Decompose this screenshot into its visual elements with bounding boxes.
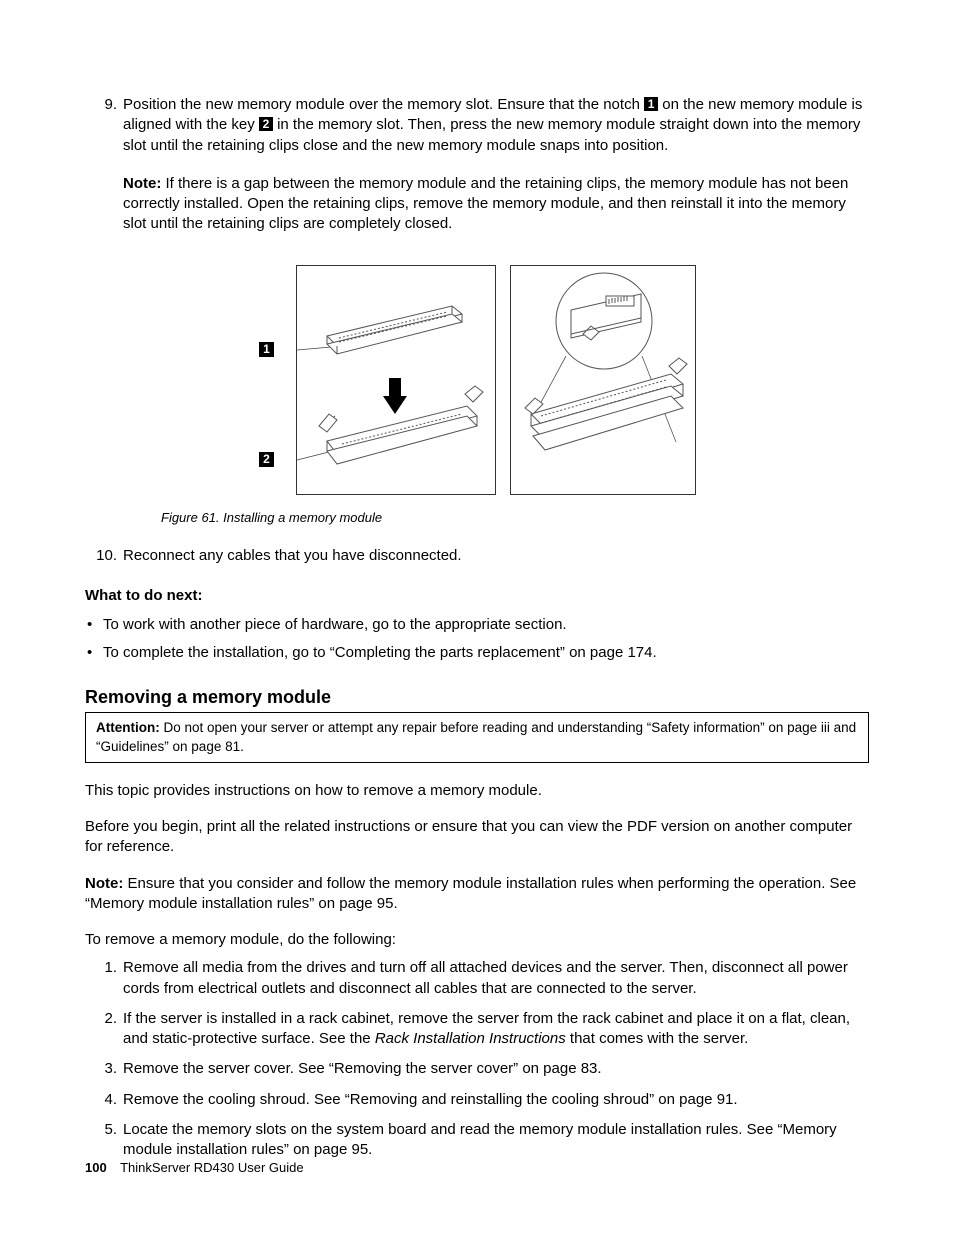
step-text-b: that comes with the server. — [566, 1030, 749, 1047]
note-text: If there is a gap between the memory mod… — [123, 175, 848, 233]
step-9: 9. Position the new memory module over t… — [123, 95, 869, 526]
page-footer: 100 ThinkServer RD430 User Guide — [85, 1159, 304, 1177]
note-label: Note: — [85, 875, 123, 892]
memory-install-diagram-icon — [297, 266, 497, 496]
step-number: 5. — [89, 1120, 117, 1140]
figure-panel-right — [510, 265, 696, 495]
note-text: Ensure that you consider and follow the … — [85, 875, 856, 912]
step-number: 4. — [89, 1090, 117, 1110]
remove-step-1: 1. Remove all media from the drives and … — [123, 958, 869, 999]
step10-text: Reconnect any cables that you have disco… — [123, 547, 462, 564]
remove-intro: To remove a memory module, do the follow… — [85, 930, 869, 950]
remove-steps: 1. Remove all media from the drives and … — [85, 958, 869, 1160]
step9-text-a: Position the new memory module over the … — [123, 96, 644, 113]
step-number: 10. — [89, 546, 117, 566]
para-intro-1: This topic provides instructions on how … — [85, 781, 869, 801]
note-label: Note: — [123, 175, 161, 192]
callout-1-inline: 1 — [644, 97, 658, 111]
footer-title: ThinkServer RD430 User Guide — [120, 1160, 304, 1175]
step9-note: Note: If there is a gap between the memo… — [123, 174, 869, 235]
step-text: Remove the server cover. See “Removing t… — [123, 1060, 602, 1077]
step-text: Remove all media from the drives and tur… — [123, 959, 848, 996]
step-number: 1. — [89, 958, 117, 978]
figure-caption: Figure 61. Installing a memory module — [123, 509, 869, 527]
bullet-1: To work with another piece of hardware, … — [103, 615, 869, 635]
attention-text: Do not open your server or attempt any r… — [96, 720, 856, 753]
attention-box: Attention: Do not open your server or at… — [85, 712, 869, 762]
page-number: 100 — [85, 1160, 107, 1175]
step-number: 9. — [89, 95, 117, 115]
remove-step-4: 4. Remove the cooling shroud. See “Remov… — [123, 1090, 869, 1110]
step-number: 3. — [89, 1059, 117, 1079]
para-note: Note: Ensure that you consider and follo… — [85, 874, 869, 915]
remove-step-5: 5. Locate the memory slots on the system… — [123, 1120, 869, 1161]
memory-closeup-diagram-icon — [511, 266, 697, 496]
what-next-heading: What to do next: — [85, 586, 869, 606]
callout-2-inline: 2 — [259, 117, 273, 131]
step-text: Locate the memory slots on the system bo… — [123, 1121, 837, 1158]
step-10: 10. Reconnect any cables that you have d… — [123, 546, 869, 566]
step-text: Remove the cooling shroud. See “Removing… — [123, 1091, 738, 1108]
remove-step-2: 2. If the server is installed in a rack … — [123, 1009, 869, 1050]
step-text-italic: Rack Installation Instructions — [375, 1030, 566, 1047]
figure-label-2: 2 — [259, 452, 274, 467]
figure-panel-left: 1 2 — [296, 265, 496, 495]
para-intro-2: Before you begin, print all the related … — [85, 817, 869, 858]
remove-step-3: 3. Remove the server cover. See “Removin… — [123, 1059, 869, 1079]
step-number: 2. — [89, 1009, 117, 1029]
attention-label: Attention: — [96, 720, 160, 735]
figure-label-1: 1 — [259, 342, 274, 357]
section-heading: Removing a memory module — [85, 685, 869, 709]
what-next-list: To work with another piece of hardware, … — [85, 615, 869, 664]
bullet-2: To complete the installation, go to “Com… — [103, 643, 869, 663]
figure-61: 1 2 — [123, 265, 869, 527]
